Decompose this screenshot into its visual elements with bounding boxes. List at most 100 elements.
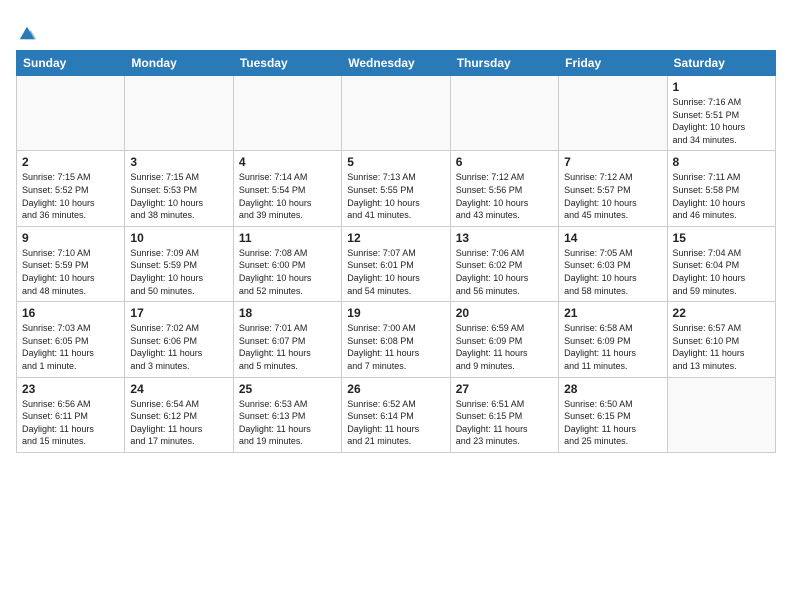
day-info: Sunrise: 7:12 AM Sunset: 5:56 PM Dayligh… xyxy=(456,171,553,221)
calendar-cell: 18 Sunrise: 7:01 AM Sunset: 6:07 PM Dayli… xyxy=(233,302,341,377)
day-info: Sunrise: 6:58 AM Sunset: 6:09 PM Dayligh… xyxy=(564,322,661,372)
day-info: Sunrise: 7:10 AM Sunset: 5:59 PM Dayligh… xyxy=(22,247,119,297)
day-info: Sunrise: 7:07 AM Sunset: 6:01 PM Dayligh… xyxy=(347,247,444,297)
day-info: Sunrise: 6:54 AM Sunset: 6:12 PM Dayligh… xyxy=(130,398,227,448)
day-number: 16 xyxy=(22,306,119,320)
day-number: 18 xyxy=(239,306,336,320)
calendar-cell: 19 Sunrise: 7:00 AM Sunset: 6:08 PM Dayli… xyxy=(342,302,450,377)
calendar-cell: 21 Sunrise: 6:58 AM Sunset: 6:09 PM Dayli… xyxy=(559,302,667,377)
calendar-cell xyxy=(17,76,125,151)
calendar-cell: 15 Sunrise: 7:04 AM Sunset: 6:04 PM Dayli… xyxy=(667,226,775,301)
day-info: Sunrise: 7:09 AM Sunset: 5:59 PM Dayligh… xyxy=(130,247,227,297)
logo xyxy=(16,16,36,42)
day-number: 5 xyxy=(347,155,444,169)
day-info: Sunrise: 6:59 AM Sunset: 6:09 PM Dayligh… xyxy=(456,322,553,372)
calendar-cell: 8 Sunrise: 7:11 AM Sunset: 5:58 PM Daylig… xyxy=(667,151,775,226)
logo-icon xyxy=(18,23,36,41)
calendar-cell: 26 Sunrise: 6:52 AM Sunset: 6:14 PM Dayli… xyxy=(342,377,450,452)
day-number: 12 xyxy=(347,231,444,245)
calendar-week-row: 9 Sunrise: 7:10 AM Sunset: 5:59 PM Daylig… xyxy=(17,226,776,301)
calendar-header-row: SundayMondayTuesdayWednesdayThursdayFrid… xyxy=(17,51,776,76)
col-header-sunday: Sunday xyxy=(17,51,125,76)
col-header-saturday: Saturday xyxy=(667,51,775,76)
day-info: Sunrise: 6:52 AM Sunset: 6:14 PM Dayligh… xyxy=(347,398,444,448)
day-number: 10 xyxy=(130,231,227,245)
calendar-cell xyxy=(233,76,341,151)
calendar-cell: 17 Sunrise: 7:02 AM Sunset: 6:06 PM Dayli… xyxy=(125,302,233,377)
day-number: 24 xyxy=(130,382,227,396)
calendar-cell: 23 Sunrise: 6:56 AM Sunset: 6:11 PM Dayli… xyxy=(17,377,125,452)
day-info: Sunrise: 7:16 AM Sunset: 5:51 PM Dayligh… xyxy=(673,96,770,146)
day-info: Sunrise: 7:12 AM Sunset: 5:57 PM Dayligh… xyxy=(564,171,661,221)
day-info: Sunrise: 6:53 AM Sunset: 6:13 PM Dayligh… xyxy=(239,398,336,448)
day-number: 26 xyxy=(347,382,444,396)
calendar-cell: 10 Sunrise: 7:09 AM Sunset: 5:59 PM Dayli… xyxy=(125,226,233,301)
day-number: 6 xyxy=(456,155,553,169)
day-info: Sunrise: 7:14 AM Sunset: 5:54 PM Dayligh… xyxy=(239,171,336,221)
day-number: 14 xyxy=(564,231,661,245)
calendar-cell: 6 Sunrise: 7:12 AM Sunset: 5:56 PM Daylig… xyxy=(450,151,558,226)
day-info: Sunrise: 7:00 AM Sunset: 6:08 PM Dayligh… xyxy=(347,322,444,372)
calendar-cell: 5 Sunrise: 7:13 AM Sunset: 5:55 PM Daylig… xyxy=(342,151,450,226)
day-number: 13 xyxy=(456,231,553,245)
calendar-week-row: 1 Sunrise: 7:16 AM Sunset: 5:51 PM Daylig… xyxy=(17,76,776,151)
calendar-cell: 2Sunrise: 7:15 AM Sunset: 5:52 PM Daylig… xyxy=(17,151,125,226)
day-info: Sunrise: 7:11 AM Sunset: 5:58 PM Dayligh… xyxy=(673,171,770,221)
day-info: Sunrise: 7:03 AM Sunset: 6:05 PM Dayligh… xyxy=(22,322,119,372)
calendar-cell: 28Sunrise: 6:50 AM Sunset: 6:15 PM Dayli… xyxy=(559,377,667,452)
calendar-cell: 25 Sunrise: 6:53 AM Sunset: 6:13 PM Dayli… xyxy=(233,377,341,452)
calendar-cell: 22 Sunrise: 6:57 AM Sunset: 6:10 PM Dayli… xyxy=(667,302,775,377)
calendar-week-row: 2Sunrise: 7:15 AM Sunset: 5:52 PM Daylig… xyxy=(17,151,776,226)
col-header-friday: Friday xyxy=(559,51,667,76)
day-info: Sunrise: 6:56 AM Sunset: 6:11 PM Dayligh… xyxy=(22,398,119,448)
day-number: 8 xyxy=(673,155,770,169)
day-number: 21 xyxy=(564,306,661,320)
calendar-cell: 14 Sunrise: 7:05 AM Sunset: 6:03 PM Dayli… xyxy=(559,226,667,301)
day-info: Sunrise: 7:02 AM Sunset: 6:06 PM Dayligh… xyxy=(130,322,227,372)
day-number: 23 xyxy=(22,382,119,396)
col-header-monday: Monday xyxy=(125,51,233,76)
day-number: 20 xyxy=(456,306,553,320)
calendar-cell xyxy=(450,76,558,151)
calendar-cell xyxy=(125,76,233,151)
calendar-cell: 4 Sunrise: 7:14 AM Sunset: 5:54 PM Daylig… xyxy=(233,151,341,226)
day-info: Sunrise: 7:08 AM Sunset: 6:00 PM Dayligh… xyxy=(239,247,336,297)
day-number: 17 xyxy=(130,306,227,320)
day-info: Sunrise: 7:04 AM Sunset: 6:04 PM Dayligh… xyxy=(673,247,770,297)
day-info: Sunrise: 7:15 AM Sunset: 5:53 PM Dayligh… xyxy=(130,171,227,221)
day-info: Sunrise: 6:51 AM Sunset: 6:15 PM Dayligh… xyxy=(456,398,553,448)
day-info: Sunrise: 7:13 AM Sunset: 5:55 PM Dayligh… xyxy=(347,171,444,221)
calendar-cell: 1 Sunrise: 7:16 AM Sunset: 5:51 PM Daylig… xyxy=(667,76,775,151)
calendar-cell xyxy=(667,377,775,452)
calendar-cell xyxy=(559,76,667,151)
calendar-cell: 24 Sunrise: 6:54 AM Sunset: 6:12 PM Dayli… xyxy=(125,377,233,452)
day-info: Sunrise: 7:15 AM Sunset: 5:52 PM Dayligh… xyxy=(22,171,119,221)
page-header xyxy=(16,16,776,42)
col-header-thursday: Thursday xyxy=(450,51,558,76)
calendar-cell: 16 Sunrise: 7:03 AM Sunset: 6:05 PM Dayli… xyxy=(17,302,125,377)
day-number: 22 xyxy=(673,306,770,320)
day-number: 15 xyxy=(673,231,770,245)
day-number: 27 xyxy=(456,382,553,396)
col-header-tuesday: Tuesday xyxy=(233,51,341,76)
calendar-table: SundayMondayTuesdayWednesdayThursdayFrid… xyxy=(16,50,776,453)
day-number: 19 xyxy=(347,306,444,320)
calendar-week-row: 23 Sunrise: 6:56 AM Sunset: 6:11 PM Dayli… xyxy=(17,377,776,452)
calendar-week-row: 16 Sunrise: 7:03 AM Sunset: 6:05 PM Dayli… xyxy=(17,302,776,377)
calendar-cell: 20 Sunrise: 6:59 AM Sunset: 6:09 PM Dayli… xyxy=(450,302,558,377)
day-number: 25 xyxy=(239,382,336,396)
day-number: 28 xyxy=(564,382,661,396)
day-info: Sunrise: 7:05 AM Sunset: 6:03 PM Dayligh… xyxy=(564,247,661,297)
calendar-cell: 27 Sunrise: 6:51 AM Sunset: 6:15 PM Dayli… xyxy=(450,377,558,452)
day-number: 4 xyxy=(239,155,336,169)
calendar-cell: 13 Sunrise: 7:06 AM Sunset: 6:02 PM Dayli… xyxy=(450,226,558,301)
day-number: 9 xyxy=(22,231,119,245)
col-header-wednesday: Wednesday xyxy=(342,51,450,76)
day-info: Sunrise: 6:57 AM Sunset: 6:10 PM Dayligh… xyxy=(673,322,770,372)
day-info: Sunrise: 7:01 AM Sunset: 6:07 PM Dayligh… xyxy=(239,322,336,372)
calendar-cell: 7Sunrise: 7:12 AM Sunset: 5:57 PM Daylig… xyxy=(559,151,667,226)
day-info: Sunrise: 7:06 AM Sunset: 6:02 PM Dayligh… xyxy=(456,247,553,297)
calendar-cell: 11Sunrise: 7:08 AM Sunset: 6:00 PM Dayli… xyxy=(233,226,341,301)
calendar-cell: 12 Sunrise: 7:07 AM Sunset: 6:01 PM Dayli… xyxy=(342,226,450,301)
day-number: 1 xyxy=(673,80,770,94)
